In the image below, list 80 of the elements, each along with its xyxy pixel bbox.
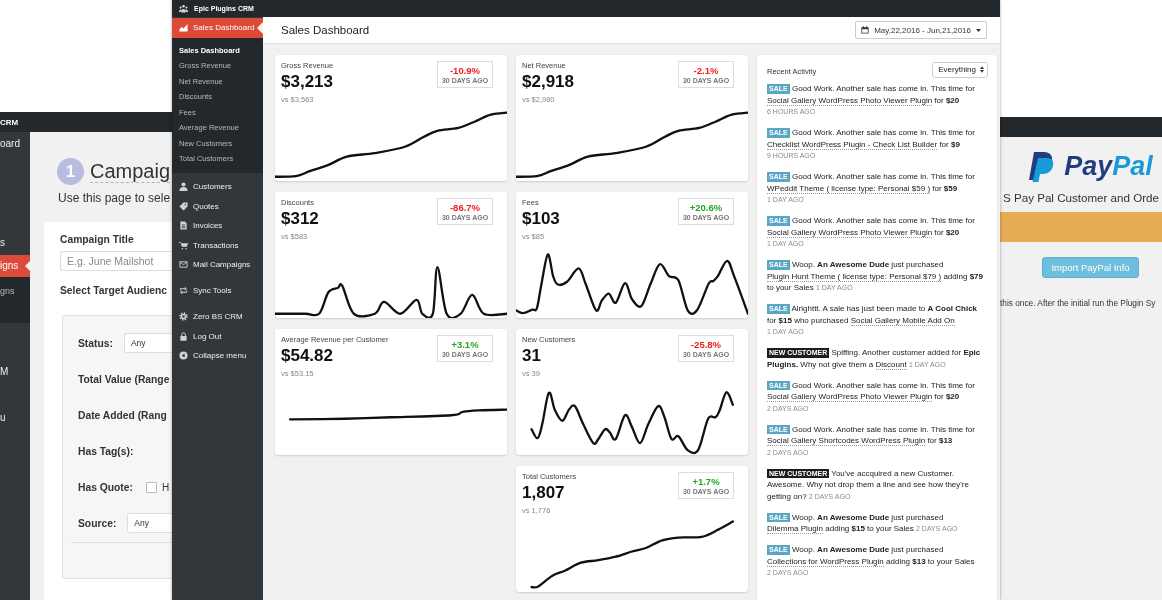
caret-icon — [976, 28, 981, 32]
select-arrows-icon — [980, 66, 984, 73]
text-input[interactable]: E.g. June Mailshot — [60, 251, 172, 271]
menu-item[interactable]: Collapse menu — [172, 346, 263, 366]
menu-item[interactable]: Invoices — [172, 216, 263, 236]
section-label: Select Target Audienc — [60, 284, 168, 298]
sync-icon — [179, 286, 188, 296]
activity-link[interactable]: Dilemma Plugin — [767, 524, 824, 534]
calendar-icon — [861, 26, 870, 34]
activity-link[interactable]: Social Gallery Shortcodes WordPress Plugin — [767, 436, 926, 446]
stat-value: 1,807 — [522, 483, 566, 503]
stat-value: $103 — [522, 209, 560, 229]
change-percent: -86.7% — [448, 202, 482, 213]
logo-mark-icon — [1027, 151, 1055, 182]
page-title: Sales Dashboard — [281, 24, 370, 36]
menu-item[interactable]: Quotes — [172, 196, 263, 216]
pointer-arrow-icon — [25, 260, 30, 272]
menu-item[interactable]: Customers — [172, 177, 263, 197]
cart-icon — [179, 240, 188, 250]
activity-link[interactable]: Checklist WordPress Plugin - Check List Builder — [767, 139, 938, 150]
app-title: CRM — [0, 117, 19, 127]
select-field[interactable]: Any — [127, 513, 172, 533]
change-percent: +20.6% — [688, 202, 724, 213]
lock-icon — [179, 331, 188, 341]
menu-item[interactable]: oard — [0, 133, 30, 155]
page-description: Use this page to sele — [58, 190, 172, 206]
filter-label: Has Quote: — [78, 481, 133, 493]
menu-item[interactable]: igns — [0, 255, 30, 277]
activity-link[interactable]: Collections for WordPress Plugin — [767, 556, 884, 567]
page-heading: Campaig — [90, 160, 171, 183]
change-percent: -25.8% — [689, 339, 723, 350]
menu-item[interactable]: Log Out — [172, 326, 263, 346]
collapse-icon — [179, 351, 188, 361]
menu-item[interactable]: Transactions — [172, 235, 263, 255]
filter-label: Has Tag(s): — [78, 445, 134, 457]
group-icon — [179, 4, 188, 13]
change-percent: +1.7% — [691, 476, 721, 487]
menu-item[interactable]: u — [0, 407, 30, 429]
menu-item[interactable]: M — [0, 361, 30, 383]
filter-label: Status: — [78, 337, 113, 349]
filter-label: Total Value (Range — [78, 373, 170, 385]
activity-link[interactable]: WPeddit Theme ( license type: Personal $59 ) — [767, 183, 931, 194]
gear-icon — [179, 312, 188, 322]
stat-value: 31 — [522, 346, 542, 366]
activity-link[interactable]: Social Gallery Mobile Add On — [850, 315, 955, 326]
area-chart-icon — [179, 23, 188, 33]
filter-select[interactable]: Everything — [932, 61, 988, 78]
submenu-item[interactable]: gns — [0, 280, 30, 302]
person-icon — [179, 182, 188, 192]
menu-item[interactable]: Sync Tools — [172, 281, 263, 301]
envelope-icon — [179, 260, 188, 270]
document-icon — [179, 221, 188, 231]
page-subtitle: S Pay Pal Customer and Orde — [1003, 190, 1159, 205]
step-number: 1 — [57, 158, 84, 185]
change-percent: -2.1% — [692, 65, 720, 76]
menu-item[interactable]: Mail Campaigns — [172, 255, 263, 275]
stat-value: $312 — [281, 209, 319, 229]
menu-item[interactable]: s — [0, 232, 30, 254]
activity-link[interactable]: Social Gallery WordPress Photo Viewer Plugin — [767, 392, 933, 402]
tag-icon — [179, 201, 188, 211]
filter-label: Source: — [78, 517, 117, 529]
activity-link[interactable]: Social Gallery WordPress Photo Viewer Plugin — [767, 227, 933, 238]
menu-item[interactable]: Zero BS CRM — [172, 307, 263, 327]
pointer-arrow-icon — [257, 22, 263, 34]
change-percent: +3.1% — [450, 339, 480, 350]
select-field[interactable]: Any — [123, 333, 172, 353]
option-label: H — [161, 481, 170, 493]
checkbox[interactable] — [145, 481, 157, 493]
stat-value: $2,918 — [522, 72, 574, 92]
activity-link[interactable]: Discount — [875, 359, 907, 370]
field-label: Campaign Title — [60, 233, 135, 247]
filter-label: Date Added (Rang — [78, 409, 167, 421]
help-text: this once. After the initial run the Plugin Sy — [1000, 298, 1156, 309]
stat-value: $54.82 — [281, 346, 334, 366]
menu-item[interactable]: Sales Dashboard — [172, 18, 263, 38]
stat-value: $3,213 — [281, 72, 334, 92]
activity-link[interactable]: Social Gallery WordPress Photo Viewer Plugin — [767, 95, 933, 106]
activity-link[interactable]: Plugin Hunt Theme ( license type: Personal $79 ) — [767, 271, 942, 282]
date-range-button[interactable]: May,22,2016 - Jun,21,2016 — [855, 21, 987, 39]
change-percent: -10.9% — [448, 65, 482, 76]
